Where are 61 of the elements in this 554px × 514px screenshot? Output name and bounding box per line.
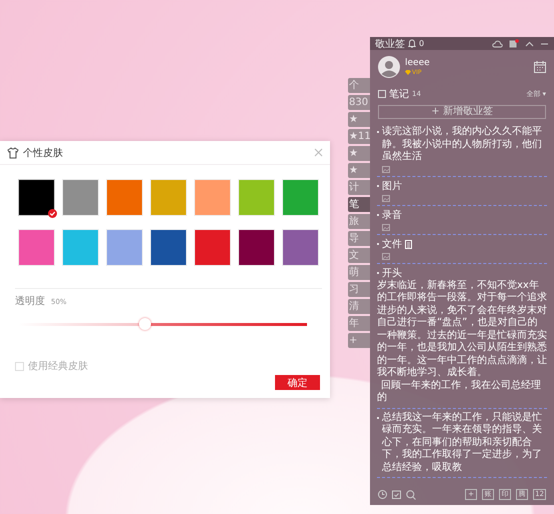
clock-icon[interactable]	[378, 490, 387, 499]
slider-thumb[interactable]	[139, 318, 152, 330]
confirm-button[interactable]: 确定	[275, 375, 320, 390]
side-tab[interactable]: ★	[348, 163, 370, 178]
side-tab[interactable]: 830	[348, 95, 370, 110]
user-name: leeee	[405, 58, 430, 68]
minimize-icon[interactable]	[540, 40, 549, 46]
opacity-slider[interactable]	[18, 318, 307, 330]
document-icon	[405, 240, 412, 248]
app-title: 敬业签	[375, 38, 405, 50]
side-tab[interactable]: 习	[348, 282, 370, 297]
opacity-label: 透明度	[15, 294, 45, 308]
collapse-icon[interactable]	[525, 40, 534, 46]
note-item[interactable]: 文件	[377, 234, 547, 264]
note-title: 图片	[382, 180, 402, 192]
checkbox-label: 使用经典皮肤	[28, 360, 88, 373]
bell-icon[interactable]	[408, 39, 416, 48]
side-tab[interactable]: 旅	[348, 214, 370, 229]
note-title: 录音	[382, 208, 402, 222]
image-icon	[382, 224, 390, 230]
note-text: 读完这部小说，我的内心久久不能平静。我被小说中的人物所打动，他们虽然生活	[382, 126, 543, 164]
avatar	[378, 56, 400, 78]
note-item[interactable]: 开头 岁末临近，新春将至，不知不觉xx年的工作即将告一段落。对于每一个追求进步的人来说，免不了会在年终岁末对自己进行一番“盘点”，也是对自己的一种鞭策。过去的近一年是忙碌而充实的一年，也是我加入公司从陌生到熟悉的一年。这一年中工作的点点滴滴，让我不断地学习、成长着。 回顾一年来的工作，我在公司总经理的	[377, 264, 547, 408]
side-tab[interactable]: ★11	[348, 129, 370, 144]
side-tab[interactable]: ★	[348, 112, 370, 127]
reminder-count: 0	[419, 39, 424, 48]
note-item[interactable]: 图片	[377, 176, 547, 206]
dialog-title: 个性皮肤	[23, 146, 63, 160]
shirt-icon	[7, 146, 19, 158]
note-item[interactable]: 录音	[377, 206, 547, 234]
note-title: 文件	[382, 238, 402, 250]
side-tab[interactable]: 文	[348, 248, 370, 263]
check-icon	[48, 209, 57, 218]
image-icon	[382, 252, 390, 260]
calendar-check-icon[interactable]	[392, 490, 401, 499]
search-icon[interactable]	[406, 490, 416, 500]
image-icon	[382, 194, 390, 202]
note-text: 岁末临近，新春将至，不知不觉xx年的工作即将告一段落。对于每一个追求进步的人来说，免不了会在年终岁末对自己进行一番“盘点”，也是对自己的一种鞭策。过去的近一年是忙碌而充实的一年，也是我加入公司从陌生到熟悉的一年。这一年中工作的点点滴滴，让我不断地学习、成长着。	[377, 280, 547, 380]
image-icon	[382, 166, 390, 172]
add-note-button[interactable]: + 新增敬业签	[378, 105, 546, 119]
note-icon[interactable]	[509, 39, 519, 48]
side-tab[interactable]: 萌	[348, 265, 370, 280]
side-tab[interactable]: 导	[348, 231, 370, 246]
list-icon	[378, 90, 386, 98]
category-name: 笔记	[389, 88, 409, 101]
note-title: 开头	[382, 266, 402, 280]
side-tab[interactable]: 清	[348, 299, 370, 314]
color-swatch[interactable]	[18, 179, 55, 216]
cloud-icon[interactable]	[492, 40, 503, 48]
checkbox[interactable]	[15, 362, 24, 370]
note-item[interactable]: 读完这部小说，我的内心久久不能平静。我被小说中的人物所打动，他们虽然生活	[377, 123, 547, 176]
side-tab[interactable]: 计	[348, 180, 370, 195]
close-icon[interactable]	[314, 148, 323, 157]
calendar-icon[interactable]	[534, 61, 546, 73]
side-tab[interactable]: +	[348, 333, 370, 348]
side-tab[interactable]: ★	[348, 146, 370, 161]
side-tab[interactable]: 笔	[348, 197, 370, 212]
diamond-icon	[405, 70, 411, 75]
note-text: 回顾一年来的工作，我在公司总经理的	[377, 380, 542, 404]
side-tab[interactable]: 年	[348, 316, 370, 331]
side-tab[interactable]: 个	[348, 78, 370, 93]
